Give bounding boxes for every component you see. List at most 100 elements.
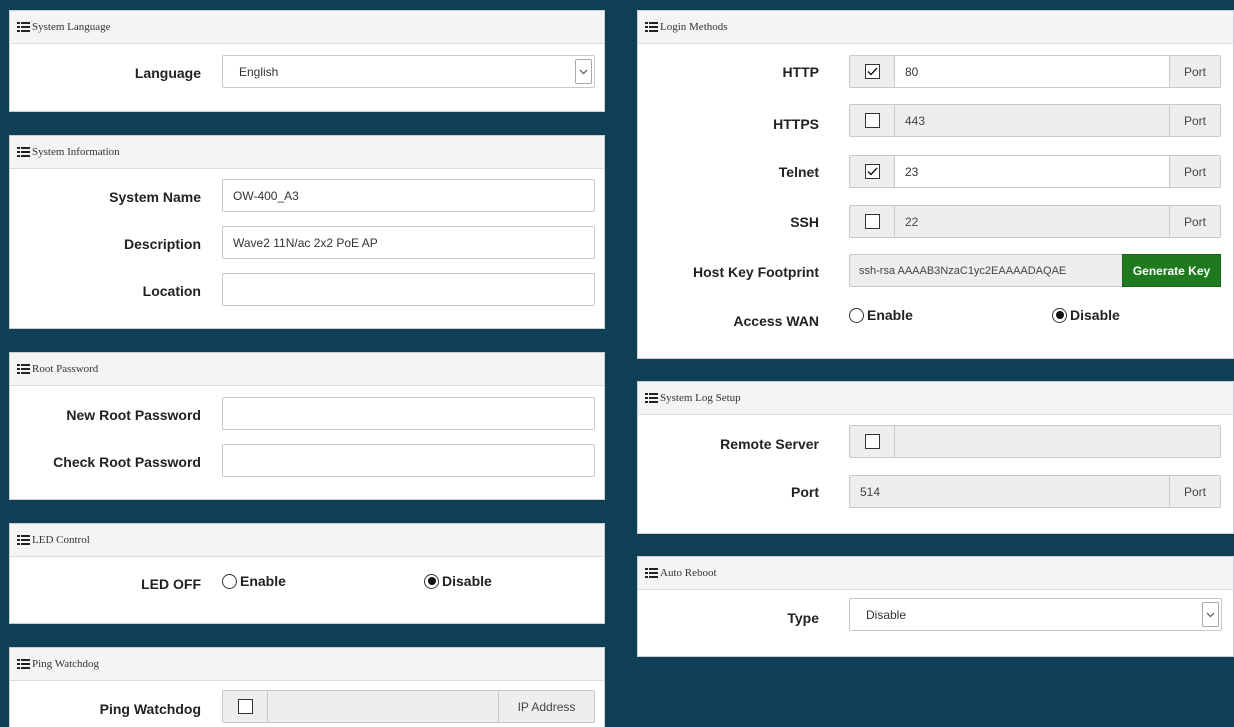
ssh-label: SSH — [790, 214, 819, 230]
list-icon — [645, 568, 658, 578]
list-icon — [17, 535, 30, 545]
list-icon — [645, 393, 658, 403]
panel-title: Root Password — [32, 363, 99, 375]
ip-address-addon: IP Address — [498, 690, 595, 723]
led-disable-text: Disable — [442, 573, 492, 589]
radio-unselected[interactable] — [222, 573, 237, 589]
ping-watchdog-input — [267, 690, 499, 723]
https-checkbox[interactable] — [864, 113, 880, 128]
https-label: HTTPS — [773, 116, 819, 132]
led-disable-radio[interactable]: Disable — [424, 573, 492, 589]
panel-title: Login Methods — [660, 21, 728, 33]
list-icon — [17, 659, 30, 669]
led-enable-text: Enable — [240, 573, 286, 589]
led-off-label: LED OFF — [141, 576, 201, 592]
http-checkbox[interactable] — [864, 64, 880, 79]
access-wan-enable-radio[interactable]: Enable — [849, 307, 913, 323]
list-icon — [17, 364, 30, 374]
port-text: Port — [1183, 484, 1206, 499]
ping-watchdog-checkbox-addon[interactable] — [222, 690, 268, 723]
led-enable-radio[interactable]: Enable — [222, 573, 286, 589]
remote-server-checkbox[interactable] — [864, 434, 880, 449]
remote-server-input — [894, 425, 1221, 458]
panel-title: System Language — [32, 21, 111, 33]
panel-title: System Log Setup — [660, 392, 741, 404]
type-value: Disable — [866, 607, 907, 622]
http-port-value: 80 — [905, 64, 919, 79]
ping-watchdog-panel: Ping Watchdog Ping Watchdog IP Address — [9, 647, 605, 727]
remote-server-checkbox-addon[interactable] — [849, 425, 895, 458]
syslog-port-value: 514 — [860, 484, 881, 499]
login-methods-header: Login Methods — [638, 11, 1233, 44]
access-wan-disable-radio[interactable]: Disable — [1052, 307, 1120, 323]
panel-title: Ping Watchdog — [32, 658, 100, 670]
host-key-input: ssh-rsa AAAAB3NzaC1yc2EAAAADAQAE — [849, 254, 1123, 287]
radio-unselected[interactable] — [849, 307, 864, 323]
ssh-port-value: 22 — [905, 214, 919, 229]
radio-selected[interactable] — [1052, 307, 1067, 323]
location-label: Location — [142, 283, 201, 299]
host-key-label: Host Key Footprint — [693, 264, 819, 280]
auto-reboot-type-select[interactable]: Disable — [849, 598, 1222, 631]
syslog-port-addon: Port — [1169, 475, 1221, 508]
check-icon — [867, 167, 877, 176]
check-root-password-label: Check Root Password — [53, 454, 201, 470]
system-name-value: OW-400_A3 — [233, 188, 299, 203]
system-name-input[interactable]: OW-400_A3 — [222, 179, 595, 212]
port-text: Port — [1183, 214, 1206, 229]
telnet-port-addon: Port — [1169, 155, 1221, 188]
new-root-password-label: New Root Password — [66, 407, 201, 423]
ip-address-text: IP Address — [517, 699, 576, 714]
root-password-header: Root Password — [10, 353, 604, 386]
panel-title: LED Control — [32, 534, 90, 546]
access-wan-enable-text: Enable — [867, 307, 913, 323]
http-port-input[interactable]: 80 — [894, 55, 1170, 88]
ping-watchdog-checkbox[interactable] — [237, 699, 253, 714]
list-icon — [645, 22, 658, 32]
https-port-value: 443 — [905, 113, 926, 128]
led-control-header: LED Control — [10, 524, 604, 557]
host-key-value: ssh-rsa AAAAB3NzaC1yc2EAAAADAQAE — [859, 264, 1067, 277]
system-language-header: System Language — [10, 11, 604, 44]
ssh-port-addon: Port — [1169, 205, 1221, 238]
telnet-port-input[interactable]: 23 — [894, 155, 1170, 188]
syslog-port-label: Port — [791, 484, 819, 500]
panel-title: Auto Reboot — [660, 567, 717, 579]
root-password-panel: Root Password New Root Password Check Ro… — [9, 352, 605, 500]
system-name-label: System Name — [109, 189, 201, 205]
ssh-checkbox-addon[interactable] — [849, 205, 895, 238]
description-value: Wave2 11N/ac 2x2 PoE AP — [233, 235, 378, 250]
port-text: Port — [1183, 113, 1206, 128]
http-label: HTTP — [782, 64, 819, 80]
list-icon — [17, 147, 30, 157]
radio-selected[interactable] — [424, 573, 439, 589]
type-label: Type — [787, 610, 819, 626]
http-port-addon: Port — [1169, 55, 1221, 88]
https-checkbox-addon[interactable] — [849, 104, 895, 137]
http-checkbox-addon[interactable] — [849, 55, 895, 88]
ssh-checkbox[interactable] — [864, 214, 880, 229]
list-icon — [17, 22, 30, 32]
new-root-password-input[interactable] — [222, 397, 595, 430]
port-text: Port — [1183, 164, 1206, 179]
telnet-checkbox[interactable] — [864, 164, 880, 179]
telnet-port-value: 23 — [905, 164, 919, 179]
system-log-header: System Log Setup — [638, 382, 1233, 415]
remote-server-label: Remote Server — [720, 436, 819, 452]
generate-key-button[interactable]: Generate Key — [1122, 254, 1221, 287]
auto-reboot-header: Auto Reboot — [638, 557, 1233, 590]
description-label: Description — [123, 236, 201, 252]
check-icon — [867, 67, 877, 76]
ssh-port-input: 22 — [894, 205, 1170, 238]
telnet-checkbox-addon[interactable] — [849, 155, 895, 188]
port-text: Port — [1183, 64, 1206, 79]
telnet-label: Telnet — [778, 164, 819, 180]
chevron-down-icon[interactable] — [1202, 602, 1219, 627]
ping-watchdog-label: Ping Watchdog — [99, 701, 201, 717]
panel-title: System Information — [32, 146, 120, 158]
https-port-input: 443 — [894, 104, 1170, 137]
https-port-addon: Port — [1169, 104, 1221, 137]
system-language-panel: System Language Language English — [9, 10, 605, 112]
syslog-port-input: 514 — [849, 475, 1170, 508]
access-wan-disable-text: Disable — [1070, 307, 1120, 323]
